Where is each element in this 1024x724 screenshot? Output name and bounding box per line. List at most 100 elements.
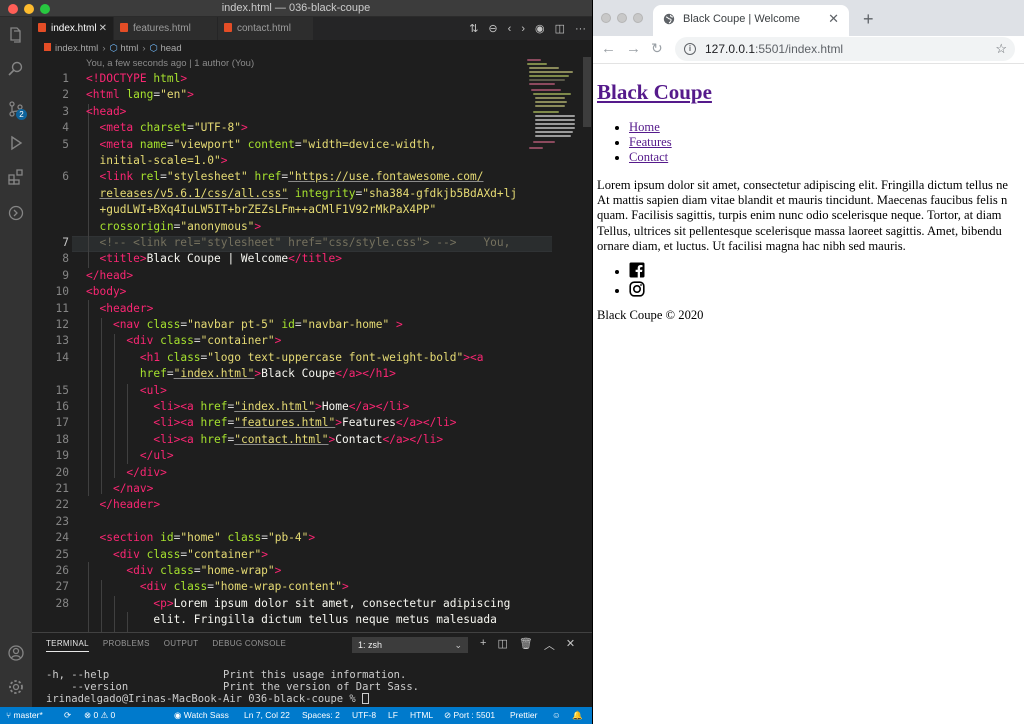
compare-changes-icon[interactable]: ⇅ [469,22,478,35]
trash-icon[interactable]: 🗑 [519,637,533,653]
forward-arrow-icon[interactable]: → [626,40,641,57]
editor-scrollbar[interactable] [583,57,591,632]
line-number: 23 [55,514,69,528]
split-editor-icon[interactable]: ◫ [555,22,565,35]
close-tab-icon[interactable]: ✕ [828,5,839,33]
breadcrumb-file[interactable]: index.html [55,43,98,54]
git-codelens[interactable]: You, a few seconds ago | 1 author (You) [86,58,254,69]
go-back-icon[interactable]: ‹ [508,23,512,35]
line-number: 4 [62,121,69,135]
notifications-bell-icon[interactable]: 🔔 [572,707,583,724]
line-number: 20 [55,465,69,479]
nav-link-contact[interactable]: Contact [629,150,668,164]
code-line-5-wrap: initial-scale=1.0"> [99,154,228,167]
tab-features-html[interactable]: features.html [114,17,218,40]
go-forward-icon[interactable]: › [521,23,525,35]
live-server-port[interactable]: ⊘ Port : 5501 [444,707,495,724]
minimize-window-button[interactable] [617,13,627,23]
code-line-21: </nav> [112,482,154,495]
more-actions-icon[interactable]: ··· [575,23,586,35]
html-file-icon [120,23,128,32]
code-line-18: <li><a href="contact.html">Contact</a></… [153,432,444,446]
explorer-icon[interactable] [0,19,32,51]
panel-actions: + ◫ 🗑 ︿ ✕ [480,637,575,653]
breadcrumb-html[interactable]: html [120,43,138,54]
code-editor[interactable]: 1 2 3 4 5 6 7 8 9 10 11 12 13 14 15 16 17 18 19 20 21 22 23 24 2… [32,72,552,632]
site-info-icon[interactable]: i [684,43,696,55]
new-terminal-icon[interactable]: + [480,637,486,653]
eol[interactable]: LF [388,707,398,724]
browser-window: Black Coupe | Welcome ✕ + ← → ↻ i 127.0.… [592,0,1024,724]
instagram-icon[interactable] [629,281,645,297]
terminal-cursor [362,693,370,704]
source-control-icon[interactable]: 2 [0,93,32,125]
remote-icon[interactable] [0,197,32,229]
line-number: 1 [62,72,69,85]
language-mode[interactable]: HTML [410,707,433,724]
split-terminal-icon[interactable]: ◫ [497,637,507,653]
close-tab-icon[interactable]: ✕ [99,17,107,40]
zoom-window-button[interactable] [633,13,643,23]
nav-item: Contact [593,150,672,165]
code-line-5: <meta name="viewport" content="width=dev… [99,137,437,151]
git-branch[interactable]: ⑂ master* [6,707,43,724]
back-arrow-icon[interactable]: ← [601,40,616,57]
run-debug-icon[interactable] [0,127,32,159]
tab-contact-html[interactable]: contact.html [218,17,314,40]
code-line-10: <body> [86,285,127,299]
globe-icon [663,13,675,25]
account-icon[interactable] [0,637,32,669]
site-logo-link[interactable]: Black Coupe [597,80,712,105]
tab-terminal[interactable]: TERMINAL [46,639,89,652]
paragraph-line: quam. Facilisis sagittis, turpis enim nu… [597,208,1002,223]
encoding[interactable]: UTF-8 [352,707,376,724]
breadcrumb-head[interactable]: head [160,43,181,54]
code-line-12: <nav class="navbar pt-5" id="navbar-home… [112,318,403,331]
terminal-output[interactable]: -h, --help Print this usage information.… [46,669,419,705]
breadcrumb: index.html › ⬡ html › ⬡ head [32,40,592,57]
code-line-6: <link rel="stylesheet" href="https://use… [99,170,484,184]
line-number: 10 [55,285,69,299]
extensions-icon[interactable] [0,161,32,193]
prettier[interactable]: Prettier [510,707,537,724]
new-tab-button[interactable]: + [863,5,874,33]
close-panel-icon[interactable]: ✕ [566,637,575,653]
bookmark-star-icon[interactable]: ☆ [995,37,1007,61]
tab-output[interactable]: OUTPUT [164,639,199,652]
tab-index-html[interactable]: index.html ✕ [32,17,114,40]
url-host: 127.0.0.1 [705,42,756,56]
settings-gear-icon[interactable] [0,671,32,703]
close-window-button[interactable] [601,13,611,23]
terminal-select[interactable]: 1: zsh ⌄ [352,637,468,653]
open-preview-icon[interactable]: ◉ [535,22,545,35]
cursor-position[interactable]: Ln 7, Col 22 [244,707,290,724]
facebook-icon[interactable] [629,262,645,278]
scrollbar-thumb[interactable] [583,57,591,127]
line-number: 12 [55,318,69,331]
code-line-25: <div class="container"> [112,547,268,561]
line-number: 26 [55,564,69,577]
code-line-16: <li><a href="index.html">Home</a></li> [153,400,410,413]
search-icon[interactable] [0,53,32,85]
reload-icon[interactable]: ↻ [651,40,663,57]
nav-link-features[interactable]: Features [629,135,672,149]
line-number: 8 [62,252,69,266]
problems-count[interactable]: ⊗ 0 ⚠ 0 [84,707,115,724]
line-number: 13 [55,334,69,348]
line-number: 18 [55,432,69,446]
browser-tab[interactable]: Black Coupe | Welcome ✕ [653,5,849,36]
status-bar: ⑂ master* ⟳ ⊗ 0 ⚠ 0 ◉ Watch Sass Ln 7, C… [0,707,592,724]
open-previous-change-icon[interactable]: ⊖ [488,22,497,35]
indentation[interactable]: Spaces: 2 [302,707,340,724]
address-bar[interactable]: i 127.0.0.1:5501/index.html ☆ [675,37,1015,61]
watch-sass[interactable]: ◉ Watch Sass [174,707,229,724]
tab-debug-console[interactable]: DEBUG CONSOLE [212,639,286,652]
sync-icon[interactable]: ⟳ [64,707,71,724]
tab-problems[interactable]: PROBLEMS [103,639,150,652]
feedback-icon[interactable]: ☺ [552,707,561,724]
maximize-panel-icon[interactable]: ︿ [544,637,555,653]
line-number: 28 [55,596,69,610]
line-number: 21 [55,482,69,495]
nav-link-home[interactable]: Home [629,120,660,134]
minimap[interactable] [525,57,580,167]
